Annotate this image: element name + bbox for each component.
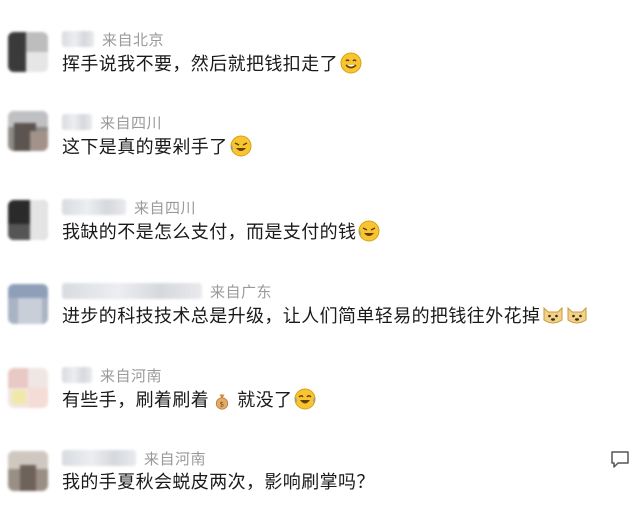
location-label: 来自河南 xyxy=(100,366,163,385)
username-blurred[interactable] xyxy=(62,31,94,47)
comment-text: 挥手说我不要，然后就把钱扣走了 xyxy=(62,54,338,75)
username-blurred[interactable] xyxy=(62,283,202,299)
avatar[interactable] xyxy=(8,200,48,240)
doge-icon xyxy=(543,306,563,324)
money-bag-icon: $ xyxy=(216,394,229,410)
comment-text: 进步的科技技术总是升级，让人们简单轻易的把钱往外花掉 xyxy=(62,306,541,327)
username-blurred[interactable] xyxy=(62,199,126,215)
avatar[interactable] xyxy=(8,368,48,408)
avatar[interactable] xyxy=(8,111,48,151)
doge-icon xyxy=(567,306,587,324)
avatar[interactable] xyxy=(8,284,48,324)
laugh-cry-icon xyxy=(230,135,252,157)
avatar[interactable] xyxy=(8,32,48,72)
location-label: 来自四川 xyxy=(100,113,163,132)
location-label: 来自北京 xyxy=(102,30,165,49)
username-blurred[interactable] xyxy=(62,367,92,383)
comment-text: 就没了 xyxy=(237,390,293,411)
smile-icon xyxy=(340,52,362,74)
location-label: 来自广东 xyxy=(210,282,273,301)
username-blurred[interactable] xyxy=(62,114,92,130)
username-blurred[interactable] xyxy=(62,450,136,466)
laugh-cry-icon xyxy=(358,220,380,242)
comment-text: 有些手，刷着刷着 xyxy=(62,390,210,411)
comment-text: 这下是真的要剁手了 xyxy=(62,137,228,158)
location-label: 来自河南 xyxy=(144,449,207,468)
avatar[interactable] xyxy=(8,451,48,491)
comment-text: 我缺的不是怎么支付，而是支付的钱 xyxy=(62,222,357,243)
comment-text: 我的手夏秋会蜕皮两次，影响刷掌吗？ xyxy=(62,472,375,493)
comment-reply-icon[interactable] xyxy=(610,449,630,469)
svg-text:$: $ xyxy=(220,399,225,408)
location-label: 来自四川 xyxy=(134,198,197,217)
tears-of-joy-icon xyxy=(294,388,316,410)
